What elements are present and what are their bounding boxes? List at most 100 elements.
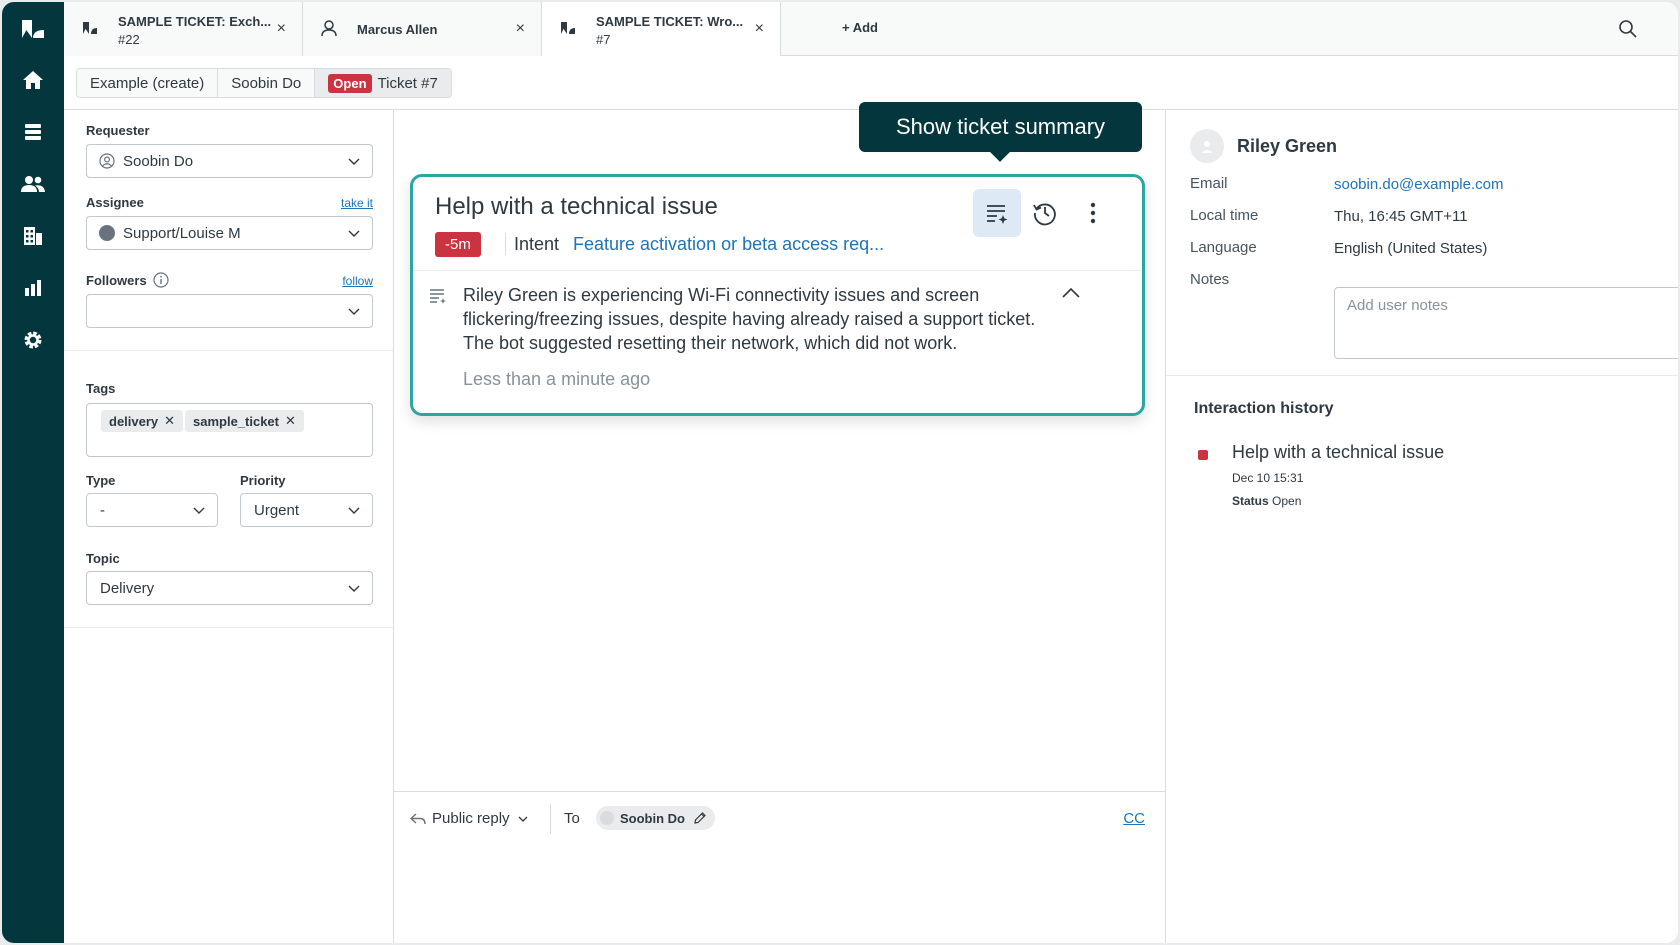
priority-select[interactable]: Urgent [240,493,373,527]
home-icon[interactable] [2,60,64,100]
history-button[interactable] [1021,189,1069,237]
type-value: - [100,501,105,519]
sla-badge: -5m [435,232,481,257]
recipient-name: Soobin Do [620,810,685,826]
chevron-down-icon [348,585,360,592]
chevron-down-icon [348,308,360,315]
tab-close-button[interactable]: × [755,20,764,38]
reply-composer-header: Public reply To Soobin Do CC [410,804,1145,834]
remove-tag-icon[interactable]: ✕ [285,413,296,429]
email-value[interactable]: soobin.do@example.com [1334,176,1503,193]
requester-value: Soobin Do [123,152,194,170]
more-icon [1090,202,1096,224]
tab-bar: SAMPLE TICKET: Exch... #22 × Marcus Alle… [64,2,1678,57]
breadcrumb-organization[interactable]: Example (create) [77,69,219,97]
divider [1166,375,1678,376]
chevron-down-icon [518,816,528,822]
tab-close-button[interactable]: × [516,20,525,38]
divider [394,791,1165,792]
chevron-down-icon [348,507,360,514]
ticket-properties-panel: Requester Soobin Do Assignee take it Sup… [64,110,394,943]
organizations-icon[interactable] [2,216,64,256]
tab-close-button[interactable]: × [277,20,286,38]
reporting-icon[interactable] [2,268,64,308]
tab-title: Marcus Allen [357,22,438,37]
summary-tooltip: Show ticket summary [859,102,1142,162]
show-summary-button[interactable] [973,189,1021,237]
search-icon[interactable] [1618,19,1638,44]
user-tab-marcus-allen[interactable]: Marcus Allen × [303,2,542,56]
interaction-date: Dec 10 15:31 [1232,471,1304,485]
local-time-value: Thu, 16:45 GMT+11 [1334,208,1468,225]
notes-placeholder: Add user notes [1347,297,1448,314]
requester-label: Requester [86,123,150,138]
take-it-link[interactable]: take it [341,196,373,210]
user-notes-input[interactable]: Add user notes [1334,287,1678,359]
topic-select[interactable]: Delivery [86,571,373,605]
language-label: Language [1190,239,1257,256]
tags-input[interactable]: delivery ✕ sample_ticket ✕ [86,403,373,457]
views-icon[interactable] [2,112,64,152]
followers-select[interactable] [86,294,373,328]
customers-icon[interactable] [2,164,64,204]
requester-select[interactable]: Soobin Do [86,144,373,178]
chevron-down-icon [348,158,360,165]
ticket-number: Ticket #7 [377,74,438,92]
left-nav [2,2,64,943]
customer-name[interactable]: Riley Green [1237,136,1337,157]
avatar [1190,129,1224,163]
tooltip-arrow [990,142,1010,162]
tooltip-text: Show ticket summary [895,114,1106,139]
reply-type-dropdown[interactable]: Public reply [410,810,528,827]
remove-tag-icon[interactable]: ✕ [164,413,175,429]
language-value: English (United States) [1334,240,1488,257]
zendesk-logo-icon[interactable] [2,9,64,49]
more-options-button[interactable] [1069,189,1117,237]
app-window: SAMPLE TICKET: Exch... #22 × Marcus Alle… [2,2,1678,943]
assignee-value: Support/Louise M [123,224,241,242]
to-label: To [564,810,580,827]
conversation-area: Show ticket summary Help with a technica… [394,102,1166,943]
user-icon [1201,141,1213,153]
assignee-select[interactable]: Support/Louise M [86,216,373,250]
type-select[interactable]: - [86,493,218,527]
tag-label: delivery [109,413,159,429]
priority-label: Priority [240,473,286,488]
interaction-history-item[interactable]: Help with a technical issue [1232,442,1444,463]
email-label: Email [1190,175,1228,192]
ticket-tab-7[interactable]: SAMPLE TICKET: Wro... #7 × [542,2,781,57]
add-tab-button[interactable]: + Add [842,20,878,35]
ticket-status-indicator [1198,450,1208,460]
breadcrumb-ticket[interactable]: Open Ticket #7 [315,69,451,97]
user-icon [321,20,337,42]
recipient-chip[interactable]: Soobin Do [596,806,715,830]
follow-link[interactable]: follow [342,274,373,288]
divider [64,627,393,628]
topic-value: Delivery [100,579,155,597]
status-label: Status [1232,494,1269,508]
tag-chip[interactable]: delivery ✕ [101,410,184,432]
pencil-icon[interactable] [693,811,707,825]
chevron-down-icon [193,507,205,514]
reply-type-label: Public reply [432,810,510,827]
history-icon [1033,203,1056,226]
ticket-tab-22[interactable]: SAMPLE TICKET: Exch... #22 × [64,2,303,56]
chevron-up-icon[interactable] [1061,287,1081,299]
divider [413,270,1142,271]
intent-value[interactable]: Feature activation or beta access req... [573,234,884,255]
interaction-history-title: Interaction history [1194,400,1334,417]
tag-chip[interactable]: sample_ticket ✕ [185,410,304,432]
info-icon[interactable] [153,272,169,288]
ticket-icon [560,21,576,40]
status-value: Open [1272,494,1302,508]
admin-gear-icon[interactable] [2,320,64,360]
ticket-summary-card: Help with a technical issue -5m Intent F… [410,174,1145,416]
breadcrumb-requester[interactable]: Soobin Do [218,69,316,97]
followers-label: Followers [86,273,147,288]
interaction-status: Status Open [1232,494,1301,508]
divider [505,233,506,255]
cc-link[interactable]: CC [1123,810,1145,827]
tab-subtitle: #7 [596,32,611,47]
chevron-down-icon [348,230,360,237]
tags-label: Tags [86,381,116,396]
